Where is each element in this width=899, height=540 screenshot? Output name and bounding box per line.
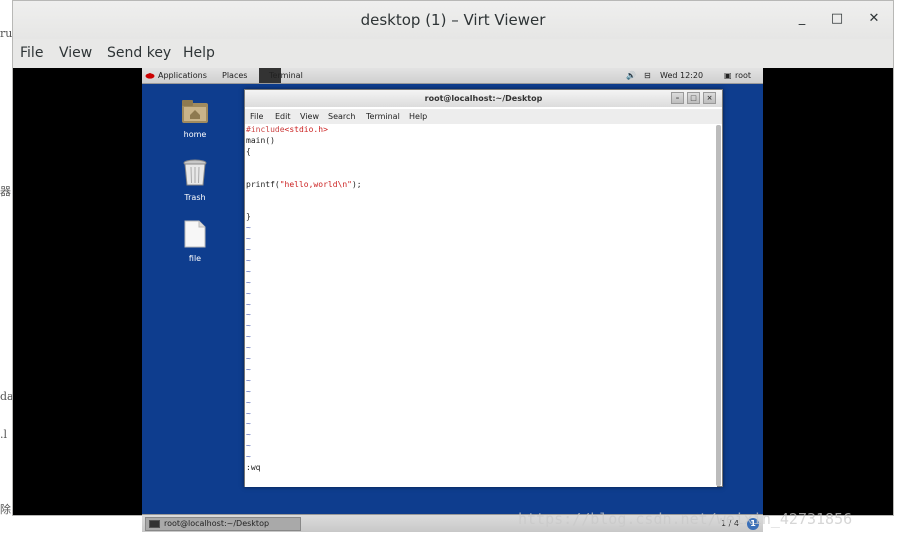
maximize-button[interactable]: □ <box>828 10 846 28</box>
tilde-marker: ~ <box>246 288 251 298</box>
terminal-title: root@localhost:~/Desktop <box>424 94 543 103</box>
folder-home-icon <box>181 100 209 128</box>
background-text: 器 <box>0 185 11 198</box>
guest-top-panel: Applications Places Terminal 🔊 ⊟ Wed 12:… <box>142 68 763 84</box>
trash-icon <box>182 159 208 191</box>
title-bar[interactable]: desktop (1) – Virt Viewer _ □ ✕ <box>13 1 893 39</box>
tilde-marker: ~ <box>246 332 251 342</box>
terminal-maximize-button[interactable]: □ <box>687 92 700 104</box>
desktop-icon-home[interactable]: home <box>170 98 220 139</box>
code-line: printf("hello,world\n"); <box>246 179 362 189</box>
minimize-button[interactable]: _ <box>793 10 811 28</box>
tilde-marker: ~ <box>246 375 251 385</box>
close-button[interactable]: ✕ <box>865 10 883 28</box>
tilde-marker: ~ <box>246 364 251 374</box>
terminal-menu-help[interactable]: Help <box>409 112 427 121</box>
vim-command-line: :wq <box>246 463 261 473</box>
background-text: .l <box>0 428 8 441</box>
desktop-icon-label: Trash <box>184 193 206 202</box>
terminal-menu-bar: File Edit View Search Terminal Help <box>245 109 722 124</box>
terminal-close-button[interactable]: × <box>703 92 716 104</box>
empty-line-markers: ~ ~ ~ ~ ~ ~ ~ ~ ~ ~ ~ ~ ~ ~ ~ ~ ~ ~ ~ ~ ~ ~ <box>246 223 717 463</box>
terminal-menu-view[interactable]: View <box>300 112 319 121</box>
tilde-marker: ~ <box>246 430 251 440</box>
tilde-marker: ~ <box>246 343 251 353</box>
tilde-marker: ~ <box>246 277 251 287</box>
terminal-window[interactable]: root@localhost:~/Desktop – □ × File Edit… <box>244 89 723 487</box>
tilde-marker: ~ <box>246 419 251 429</box>
terminal-menu-file[interactable]: File <box>250 112 263 121</box>
code-line: { <box>246 146 251 156</box>
terminal-title-bar[interactable]: root@localhost:~/Desktop – □ × <box>245 90 722 107</box>
applications-menu[interactable]: Applications <box>158 71 207 80</box>
tilde-marker: ~ <box>246 354 251 364</box>
network-icon[interactable]: ⊟ <box>644 71 651 80</box>
code-line: } <box>246 212 251 222</box>
background-text: ru <box>0 27 13 40</box>
taskbar-item-terminal[interactable]: root@localhost:~/Desktop <box>145 517 301 531</box>
code-line: #include<stdio.h> <box>246 125 328 134</box>
tilde-marker: ~ <box>246 223 251 233</box>
clock[interactable]: Wed 12:20 <box>660 71 703 80</box>
file-icon <box>183 220 207 252</box>
tilde-marker: ~ <box>246 255 251 265</box>
screen: ru 器 da .l 除 desktop (1) – Virt Viewer _… <box>0 0 899 540</box>
volume-icon[interactable]: 🔊 <box>626 71 636 80</box>
user-menu[interactable]: root <box>735 71 751 80</box>
desktop-icon-file[interactable]: file <box>170 220 220 263</box>
menu-bar: File View Send key Help <box>13 41 893 67</box>
watermark: https://blog.csdn.net/weixin_42731856 <box>518 510 853 528</box>
terminal-small-icon <box>149 520 160 528</box>
menu-view[interactable]: View <box>59 45 92 61</box>
tilde-marker: ~ <box>246 310 251 320</box>
menu-help[interactable]: Help <box>183 45 215 61</box>
tilde-marker: ~ <box>246 266 251 276</box>
terminal-scrollbar[interactable] <box>716 125 721 486</box>
menu-send-key[interactable]: Send key <box>107 45 171 61</box>
tilde-marker: ~ <box>246 234 251 244</box>
tilde-marker: ~ <box>246 244 251 254</box>
tilde-marker: ~ <box>246 321 251 331</box>
redhat-icon <box>145 70 155 82</box>
terminal-menu-terminal[interactable]: Terminal <box>366 112 400 121</box>
window-title: desktop (1) – Virt Viewer <box>360 11 546 29</box>
terminal-menu-edit[interactable]: Edit <box>275 112 291 121</box>
terminal-menu-search[interactable]: Search <box>328 112 355 121</box>
user-icon: ▣ <box>724 71 732 80</box>
terminal-app-label[interactable]: Terminal <box>269 71 303 80</box>
desktop-icon-label: file <box>188 254 202 263</box>
code-line: main() <box>246 135 275 145</box>
desktop-icon-label: home <box>183 130 207 139</box>
background-text: 除 <box>0 503 11 516</box>
places-menu[interactable]: Places <box>222 71 247 80</box>
terminal-minimize-button[interactable]: – <box>671 92 684 104</box>
tilde-marker: ~ <box>246 386 251 396</box>
tilde-marker: ~ <box>246 408 251 418</box>
tilde-marker: ~ <box>246 441 251 451</box>
guest-desktop[interactable]: Applications Places Terminal 🔊 ⊟ Wed 12:… <box>142 68 763 532</box>
taskbar-item-label: root@localhost:~/Desktop <box>164 519 270 528</box>
tilde-marker: ~ <box>246 299 251 309</box>
desktop-icon-trash[interactable]: Trash <box>170 159 220 202</box>
menu-file[interactable]: File <box>20 45 43 61</box>
tilde-marker: ~ <box>246 452 251 462</box>
tilde-marker: ~ <box>246 397 251 407</box>
terminal-text-area[interactable]: #include<stdio.h> main(){ printf("hello,w… <box>245 125 717 487</box>
